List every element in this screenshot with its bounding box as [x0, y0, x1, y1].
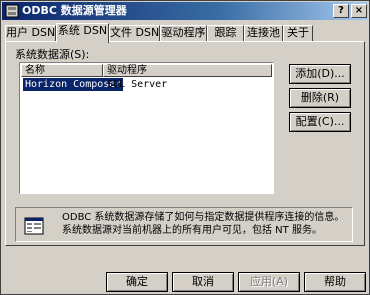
- tab-strip: 用户 DSN 系统 DSN 文件 DSN 驱动程序 跟踪 连接池 关于: [5, 23, 367, 43]
- column-header-name[interactable]: 名称: [21, 64, 103, 77]
- tab-tracing[interactable]: 跟踪: [207, 25, 244, 41]
- odbc-app-icon: [5, 4, 19, 18]
- add-button[interactable]: 添加(D)...: [289, 64, 351, 84]
- help-button[interactable]: ?: [333, 4, 349, 18]
- tab-system-dsn[interactable]: 系统 DSN: [56, 23, 109, 43]
- title-bar[interactable]: ODBC 数据源管理器 ? ×: [2, 2, 368, 20]
- system-datasource-list[interactable]: 名称 驱动程序 Horizon Composer SQL Server: [19, 62, 274, 194]
- datasource-driver: SQL Server: [107, 79, 168, 90]
- list-header: 名称 驱动程序: [21, 64, 272, 77]
- column-header-driver[interactable]: 驱动程序: [103, 64, 272, 77]
- remove-button[interactable]: 删除(R): [289, 88, 351, 108]
- info-panel: ODBC 系统数据源存储了如何与指定数据提供程序连接的信息。系统数据源对当前机器…: [15, 207, 353, 242]
- help-bottom-button[interactable]: 帮助: [304, 272, 366, 292]
- odbc-dialog: ODBC 数据源管理器 ? × 用户 DSN 系统 DSN 文件 DSN 驱动程…: [0, 0, 370, 295]
- apply-button[interactable]: 应用(A): [238, 272, 300, 292]
- tab-user-dsn[interactable]: 用户 DSN: [5, 25, 56, 41]
- cancel-button[interactable]: 取消: [172, 272, 234, 292]
- info-text: ODBC 系统数据源存储了如何与指定数据提供程序连接的信息。系统数据源对当前机器…: [62, 212, 345, 236]
- close-button[interactable]: ×: [351, 4, 367, 18]
- system-datasource-label: 系统数据源(S):: [15, 48, 90, 61]
- tab-connection-pooling[interactable]: 连接池: [244, 25, 283, 41]
- datasource-info-icon: [24, 217, 44, 235]
- tab-about[interactable]: 关于: [283, 25, 313, 41]
- tab-drivers[interactable]: 驱动程序: [160, 25, 207, 41]
- list-item[interactable]: Horizon Composer SQL Server: [21, 78, 272, 91]
- ok-button[interactable]: 确定: [106, 272, 168, 292]
- window-title: ODBC 数据源管理器: [22, 4, 127, 17]
- configure-button[interactable]: 配置(C)...: [289, 112, 351, 132]
- tab-file-dsn[interactable]: 文件 DSN: [109, 25, 160, 41]
